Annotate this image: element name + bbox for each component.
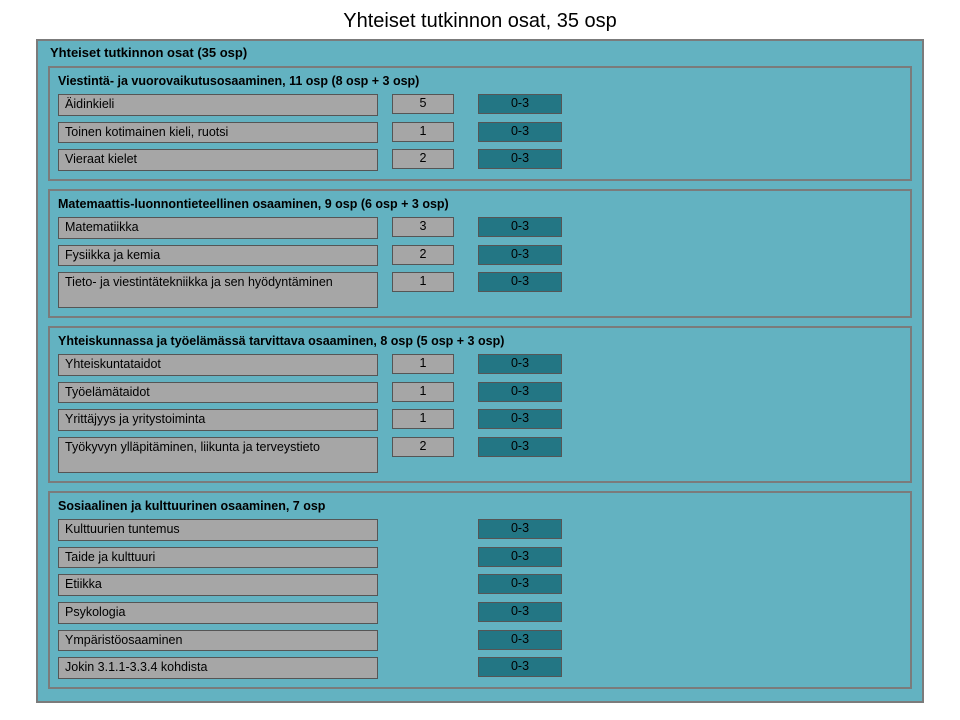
section-title: Sosiaalinen ja kulttuurinen osaaminen, 7… [58, 497, 902, 519]
row: Ympäristöosaaminen 0-3 [58, 630, 902, 652]
row: Taide ja kulttuuri 0-3 [58, 547, 902, 569]
row: Matematiikka 3 0-3 [58, 217, 902, 239]
subject-name: Vieraat kielet [58, 149, 378, 171]
subject-name: Toinen kotimainen kieli, ruotsi [58, 122, 378, 144]
credits-range: 0-3 [478, 354, 562, 374]
credits-range: 0-3 [478, 409, 562, 429]
subject-name: Yrittäjyys ja yritystoiminta [58, 409, 378, 431]
row: Jokin 3.1.1-3.3.4 kohdista 0-3 [58, 657, 902, 679]
credits-range: 0-3 [478, 122, 562, 142]
outer-title: Yhteiset tutkinnon osat (35 osp) [48, 41, 912, 66]
section: Yhteiskunnassa ja työelämässä tarvittava… [48, 326, 912, 483]
row: Toinen kotimainen kieli, ruotsi 1 0-3 [58, 122, 902, 144]
subject-name: Etiikka [58, 574, 378, 596]
row: Yhteiskuntataidot 1 0-3 [58, 354, 902, 376]
credits-value: 2 [392, 437, 454, 457]
credits-range: 0-3 [478, 437, 562, 457]
credits-range: 0-3 [478, 94, 562, 114]
subject-name: Kulttuurien tuntemus [58, 519, 378, 541]
credits-range: 0-3 [478, 547, 562, 567]
subject-name: Matematiikka [58, 217, 378, 239]
section: Matemaattis-luonnontieteellinen osaamine… [48, 189, 912, 318]
row: Äidinkieli 5 0-3 [58, 94, 902, 116]
subject-name: Taide ja kulttuuri [58, 547, 378, 569]
subject-name: Psykologia [58, 602, 378, 624]
credits-range: 0-3 [478, 574, 562, 594]
credits-value: 1 [392, 382, 454, 402]
credits-range: 0-3 [478, 217, 562, 237]
row: Vieraat kielet 2 0-3 [58, 149, 902, 171]
subject-name: Äidinkieli [58, 94, 378, 116]
credits-value: 1 [392, 354, 454, 374]
section: Sosiaalinen ja kulttuurinen osaaminen, 7… [48, 491, 912, 689]
credits-value: 2 [392, 245, 454, 265]
credits-range: 0-3 [478, 519, 562, 539]
row: Työkyvyn ylläpitäminen, liikunta ja terv… [58, 437, 902, 473]
credits-range: 0-3 [478, 630, 562, 650]
outer-container: Yhteiset tutkinnon osat (35 osp) Viestin… [36, 39, 924, 703]
credits-value: 1 [392, 272, 454, 292]
credits-value: 1 [392, 122, 454, 142]
subject-name: Ympäristöosaaminen [58, 630, 378, 652]
row: Etiikka 0-3 [58, 574, 902, 596]
subject-name: Yhteiskuntataidot [58, 354, 378, 376]
credits-range: 0-3 [478, 272, 562, 292]
credits-range: 0-3 [478, 382, 562, 402]
credits-range: 0-3 [478, 657, 562, 677]
subject-name: Työkyvyn ylläpitäminen, liikunta ja terv… [58, 437, 378, 473]
credits-range: 0-3 [478, 245, 562, 265]
credits-value: 3 [392, 217, 454, 237]
row: Työelämätaidot 1 0-3 [58, 382, 902, 404]
subject-name: Työelämätaidot [58, 382, 378, 404]
row: Tieto- ja viestintätekniikka ja sen hyöd… [58, 272, 902, 308]
section-title: Viestintä- ja vuorovaikutusosaaminen, 11… [58, 72, 902, 94]
row: Kulttuurien tuntemus 0-3 [58, 519, 902, 541]
row: Fysiikka ja kemia 2 0-3 [58, 245, 902, 267]
section: Viestintä- ja vuorovaikutusosaaminen, 11… [48, 66, 912, 181]
subject-name: Fysiikka ja kemia [58, 245, 378, 267]
subject-name: Jokin 3.1.1-3.3.4 kohdista [58, 657, 378, 679]
credits-range: 0-3 [478, 602, 562, 622]
section-title: Matemaattis-luonnontieteellinen osaamine… [58, 195, 902, 217]
credits-value: 2 [392, 149, 454, 169]
credits-value: 1 [392, 409, 454, 429]
page-title: Yhteiset tutkinnon osat, 35 osp [0, 0, 960, 39]
row: Psykologia 0-3 [58, 602, 902, 624]
section-title: Yhteiskunnassa ja työelämässä tarvittava… [58, 332, 902, 354]
credits-range: 0-3 [478, 149, 562, 169]
subject-name: Tieto- ja viestintätekniikka ja sen hyöd… [58, 272, 378, 308]
row: Yrittäjyys ja yritystoiminta 1 0-3 [58, 409, 902, 431]
credits-value: 5 [392, 94, 454, 114]
